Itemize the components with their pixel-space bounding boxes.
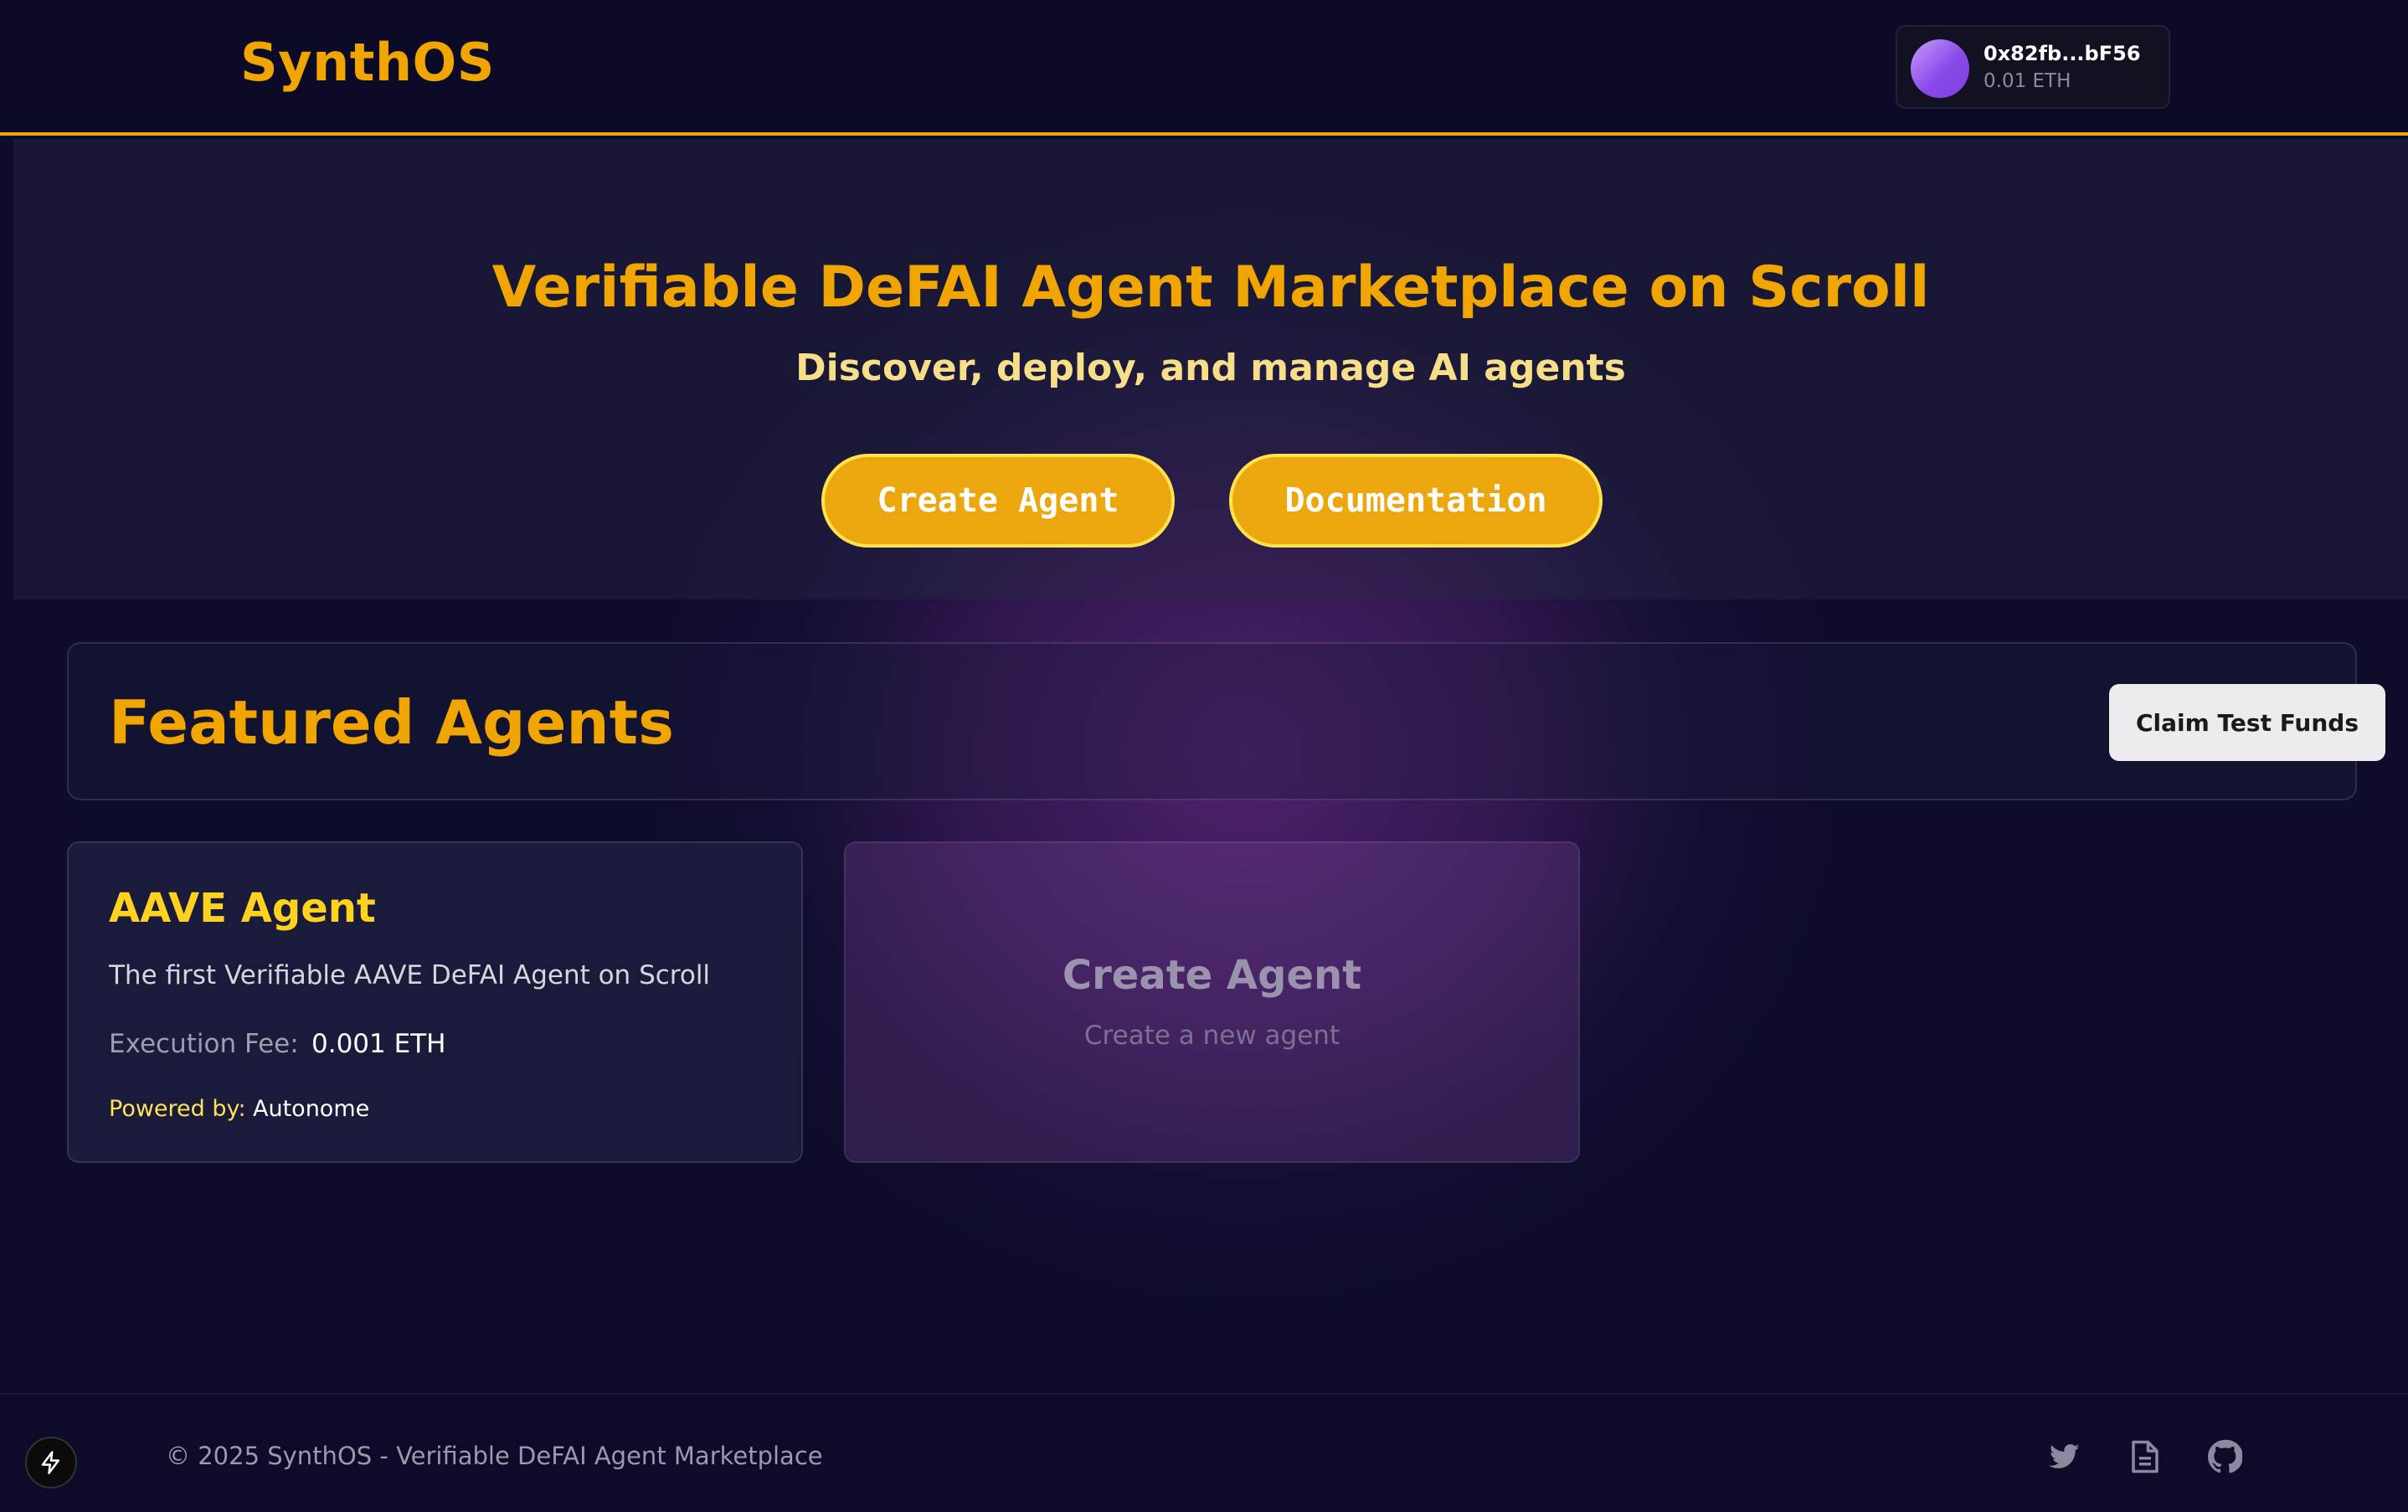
hero-title: Verifiable DeFAI Agent Marketplace on Sc… bbox=[491, 255, 1930, 321]
agent-name: AAVE Agent bbox=[109, 885, 376, 932]
hero-section: Verifiable DeFAI Agent Marketplace on Sc… bbox=[13, 139, 2408, 599]
agent-card[interactable]: AAVE Agent The first Verifiable AAVE DeF… bbox=[67, 841, 803, 1163]
footer-copyright: © 2025 SynthOS - Verifiable DeFAI Agent … bbox=[166, 1442, 823, 1470]
document-icon[interactable] bbox=[2125, 1437, 2165, 1477]
hero-subtitle: Discover, deploy, and manage AI agents bbox=[795, 347, 1626, 389]
create-agent-button[interactable]: Create Agent bbox=[821, 454, 1175, 548]
top-header: SynthOS 0x82fb...bF56 0.01 ETH bbox=[0, 0, 2408, 136]
create-card-title: Create Agent bbox=[1062, 952, 1362, 999]
create-card-subtitle: Create a new agent bbox=[1083, 1021, 1340, 1051]
execution-fee-value: 0.001 ETH bbox=[311, 1029, 446, 1059]
execution-fee-label: Execution Fee: bbox=[109, 1029, 299, 1059]
wallet-balance: 0.01 ETH bbox=[1984, 70, 2071, 92]
lightning-icon[interactable] bbox=[25, 1437, 77, 1489]
powered-by-label: Powered by: bbox=[109, 1096, 246, 1122]
wallet-address: 0x82fb...bF56 bbox=[1984, 42, 2141, 65]
app-logo[interactable]: SynthOS bbox=[240, 32, 495, 93]
footer: © 2025 SynthOS - Verifiable DeFAI Agent … bbox=[0, 1393, 2408, 1512]
twitter-icon[interactable] bbox=[2045, 1437, 2085, 1477]
featured-title: Featured Agents bbox=[109, 687, 674, 758]
wallet-avatar bbox=[1911, 39, 1969, 98]
claim-test-funds-button[interactable]: Claim Test Funds bbox=[2109, 684, 2385, 761]
powered-by-value: Autonome bbox=[253, 1096, 370, 1122]
create-agent-card[interactable]: Create Agent Create a new agent bbox=[844, 841, 1580, 1163]
agent-description: The first Verifiable AAVE DeFAI Agent on… bbox=[109, 960, 711, 990]
wallet-button[interactable]: 0x82fb...bF56 0.01 ETH bbox=[1896, 25, 2170, 109]
featured-header: Featured Agents Claim Test Funds bbox=[67, 642, 2385, 800]
documentation-button[interactable]: Documentation bbox=[1229, 454, 1603, 548]
github-icon[interactable] bbox=[2205, 1437, 2245, 1477]
